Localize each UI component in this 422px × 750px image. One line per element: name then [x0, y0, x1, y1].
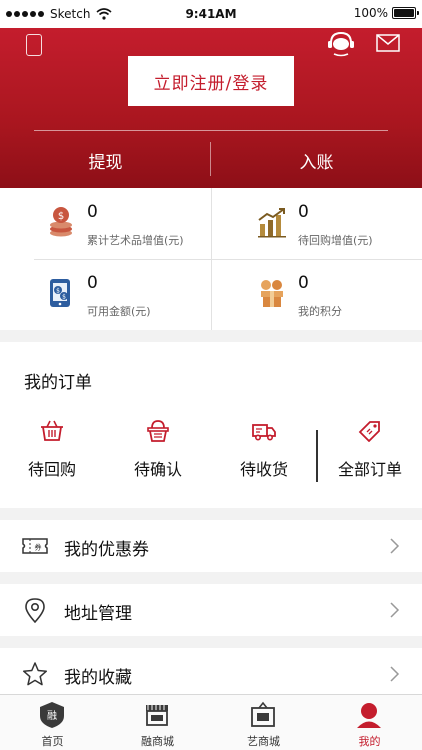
- stat-value: 0: [87, 273, 98, 293]
- bar-chart-growth-icon: [258, 208, 286, 238]
- stat-value: 0: [87, 202, 98, 222]
- section-gap: [0, 508, 422, 520]
- coupon-icon: 券: [22, 538, 48, 554]
- bottom-tab-bar: 融 首页 融商城 艺商城 我的: [0, 694, 422, 750]
- chevron-right-icon: [390, 538, 400, 554]
- gift-points-icon: [261, 280, 283, 307]
- stat-value: 0: [298, 273, 309, 293]
- menu-label: 地址管理: [64, 604, 132, 624]
- svg-text:券: 券: [35, 543, 42, 552]
- withdraw-button[interactable]: 提现: [0, 144, 211, 176]
- order-pending-delivery[interactable]: 待收货: [214, 420, 314, 480]
- basket-icon: [41, 420, 63, 441]
- my-orders-section: 我的订单 待回购 待确认 待收货 全部订单: [0, 342, 422, 508]
- stat-pending-buyback[interactable]: 0 待回购增值(元): [211, 188, 422, 259]
- tab-home[interactable]: 融 首页: [0, 695, 105, 750]
- order-label: 待回购: [27, 460, 76, 479]
- home-badge-icon: 融: [40, 702, 64, 728]
- svg-text:$: $: [62, 294, 66, 301]
- svg-text:$: $: [58, 211, 64, 222]
- header-divider: [34, 130, 388, 131]
- svg-text:$: $: [56, 288, 60, 295]
- section-gap: [0, 330, 422, 342]
- location-pin-icon: [25, 598, 45, 623]
- battery-percent: 100%: [353, 6, 388, 20]
- battery-icon: [392, 7, 419, 19]
- picture-frame-icon: [251, 701, 275, 727]
- order-label: 全部订单: [337, 460, 402, 479]
- deposit-button[interactable]: 入账: [211, 144, 422, 176]
- order-label: 待确认: [133, 460, 182, 479]
- phone-icon[interactable]: [26, 34, 42, 56]
- svg-text:融: 融: [47, 710, 57, 722]
- tab-rong-mall[interactable]: 融商城: [105, 695, 210, 750]
- stat-label: 待回购增值(元): [298, 234, 373, 247]
- menu-coupons[interactable]: 券 我的优惠券: [0, 520, 422, 572]
- shopping-basket-icon: [147, 420, 169, 442]
- tab-mine[interactable]: 我的: [317, 695, 422, 750]
- orders-title: 我的订单: [24, 373, 92, 393]
- status-bar: Sketch 9:41AM 100%: [0, 0, 422, 28]
- tab-label: 融商城: [141, 735, 174, 748]
- order-all[interactable]: 全部订单: [320, 420, 420, 480]
- mail-icon[interactable]: [376, 34, 400, 52]
- asset-stats: $ 0 累计艺术品增值(元) 0 待回购增值(元) $ $ 0 可用金额(元): [0, 188, 422, 330]
- storefront-icon: [146, 705, 168, 726]
- menu-label: 我的收藏: [64, 668, 132, 688]
- section-gap: [0, 572, 422, 584]
- stat-label: 累计艺术品增值(元): [87, 234, 184, 247]
- section-gap: [0, 636, 422, 648]
- order-pending-buyback[interactable]: 待回购: [2, 420, 102, 480]
- star-icon: [22, 662, 48, 686]
- chevron-right-icon: [390, 666, 400, 682]
- customer-service-icon[interactable]: [326, 30, 356, 58]
- account-header: 立即注册/登录 提现 入账: [0, 28, 422, 188]
- stat-value: 0: [298, 202, 309, 222]
- mobile-money-icon: $ $: [50, 279, 70, 307]
- order-label: 待收货: [239, 460, 288, 479]
- coin-stack-icon: $: [50, 207, 72, 237]
- price-tag-icon: [358, 421, 380, 442]
- order-pending-confirm[interactable]: 待确认: [108, 420, 208, 480]
- delivery-truck-icon: [252, 424, 276, 441]
- register-login-button[interactable]: 立即注册/登录: [128, 56, 294, 106]
- stat-label: 我的积分: [298, 305, 342, 318]
- tab-label: 我的: [358, 735, 381, 748]
- order-divider: [316, 430, 318, 482]
- menu-label: 我的优惠券: [64, 540, 149, 560]
- menu-favorites[interactable]: 我的收藏: [0, 648, 422, 700]
- tab-label: 首页: [41, 735, 64, 748]
- chevron-right-icon: [390, 602, 400, 618]
- battery-status: 100%: [353, 6, 419, 20]
- menu-address[interactable]: 地址管理: [0, 584, 422, 636]
- tab-label: 艺商城: [247, 735, 280, 748]
- stat-label: 可用金额(元): [87, 305, 151, 318]
- tab-art-mall[interactable]: 艺商城: [211, 695, 316, 750]
- stat-available-balance[interactable]: $ $ 0 可用金额(元): [0, 259, 211, 330]
- stat-my-points[interactable]: 0 我的积分: [211, 259, 422, 330]
- stat-cumulative-appreciation[interactable]: $ 0 累计艺术品增值(元): [0, 188, 211, 259]
- profile-icon: [357, 703, 381, 728]
